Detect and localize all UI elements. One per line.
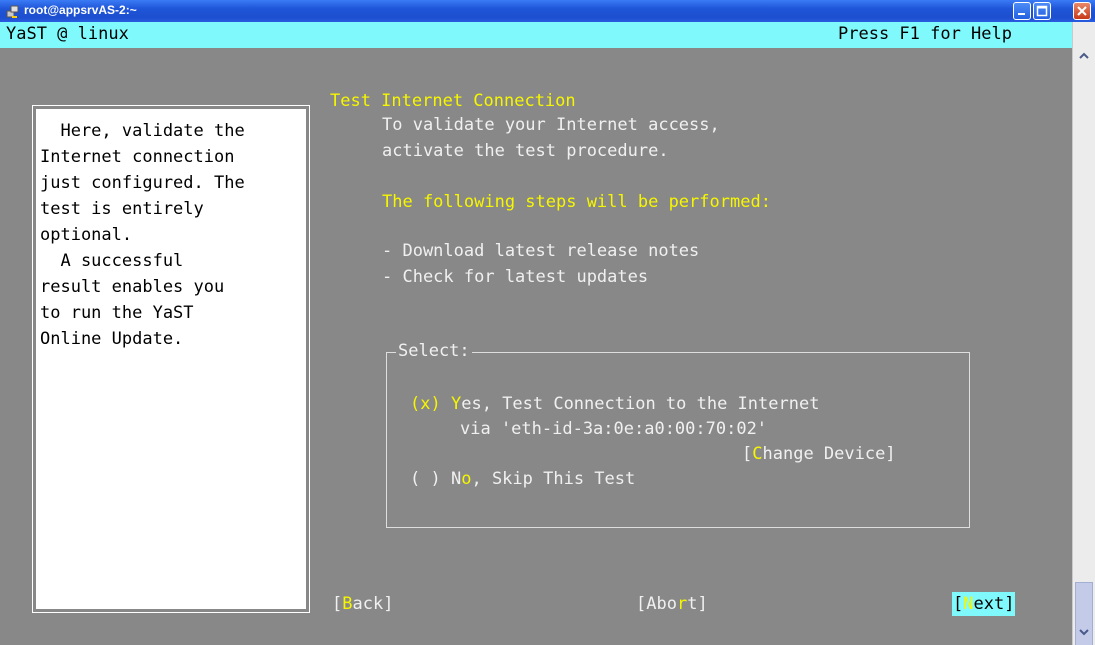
next-label: ext]	[973, 594, 1015, 614]
abort-button[interactable]: [Abort]	[636, 592, 708, 616]
next-button[interactable]: [Next]	[952, 592, 1016, 616]
yast-host-label: YaST @ linux	[6, 24, 129, 44]
help-text-line: just configured. The	[40, 173, 245, 193]
help-text-line: result enables you	[40, 277, 225, 297]
help-text-line: Here, validate the	[40, 121, 245, 141]
dialog-title: Test Internet Connection	[330, 91, 576, 111]
help-text-line: A successful	[40, 251, 184, 271]
back-label: ack]	[352, 594, 394, 614]
vertical-scrollbar[interactable]	[1072, 22, 1095, 645]
terminal-app-icon	[6, 4, 20, 18]
hotkey-letter: C	[752, 444, 763, 464]
back-button[interactable]: [Back]	[332, 592, 393, 616]
radio-yes-label: es, Test Connection to the Internet	[461, 394, 820, 414]
hotkey-letter: Y	[450, 394, 462, 414]
change-device-button[interactable]: [Change Device]	[742, 441, 896, 467]
title-bar[interactable]: root@appsrvAS-2:~	[0, 0, 1095, 23]
window-title: root@appsrvAS-2:~	[24, 3, 137, 17]
radio-indicator-unselected: ( )	[410, 469, 441, 489]
bracket: [	[742, 444, 753, 464]
hotkey-letter: N	[963, 594, 974, 614]
step-item: - Download latest release notes	[382, 241, 700, 261]
change-device-label: hange Device]	[762, 444, 896, 464]
intro-text-line: To validate your Internet access,	[382, 115, 720, 135]
help-text-line: Online Update.	[40, 329, 184, 349]
steps-heading: The following steps will be performed:	[382, 192, 771, 212]
select-group-label: Select:	[396, 341, 472, 361]
abort-label-end: t]	[687, 594, 708, 614]
bracket: [	[332, 594, 343, 614]
abort-label: [Abo	[636, 594, 677, 614]
minimize-icon	[1018, 13, 1025, 15]
intro-text-line: activate the test procedure.	[382, 141, 669, 161]
scroll-up-icon[interactable]	[1076, 48, 1092, 64]
help-text-line: optional.	[40, 225, 133, 245]
radio-indicator-selected: (x)	[410, 394, 441, 414]
hotkey-letter: o	[461, 469, 472, 489]
radio-yes-test-connection[interactable]: (x) Yes, Test Connection to the Internet	[410, 391, 819, 417]
radio-no-label: , Skip This Test	[471, 469, 636, 489]
scroll-down-icon[interactable]	[1076, 624, 1092, 640]
hotkey-letter: B	[342, 594, 353, 614]
yast-header-bar: YaST @ linux Press F1 for Help	[0, 22, 1072, 48]
label-part: N	[450, 469, 462, 489]
hotkey-letter: r	[676, 594, 688, 614]
radio-no-skip-test[interactable]: ( ) No, Skip This Test	[410, 466, 635, 492]
maximize-button[interactable]	[1033, 2, 1051, 20]
close-button[interactable]	[1073, 2, 1091, 20]
close-icon	[1077, 6, 1087, 16]
help-hint: Press F1 for Help	[838, 24, 1012, 44]
terminal-window: root@appsrvAS-2:~ YaST @ linux Press F1 …	[0, 0, 1095, 645]
radio-yes-device-info: via 'eth-id-3a:0e:a0:00:70:02'	[460, 419, 768, 439]
maximize-icon	[1036, 5, 1048, 17]
help-text-line: test is entirely	[40, 199, 204, 219]
minimize-button[interactable]	[1013, 2, 1031, 20]
bracket: [	[953, 594, 964, 614]
help-text-line: Internet connection	[40, 147, 235, 167]
step-item: - Check for latest updates	[382, 267, 649, 287]
help-text-line: to run the YaST	[40, 303, 194, 323]
